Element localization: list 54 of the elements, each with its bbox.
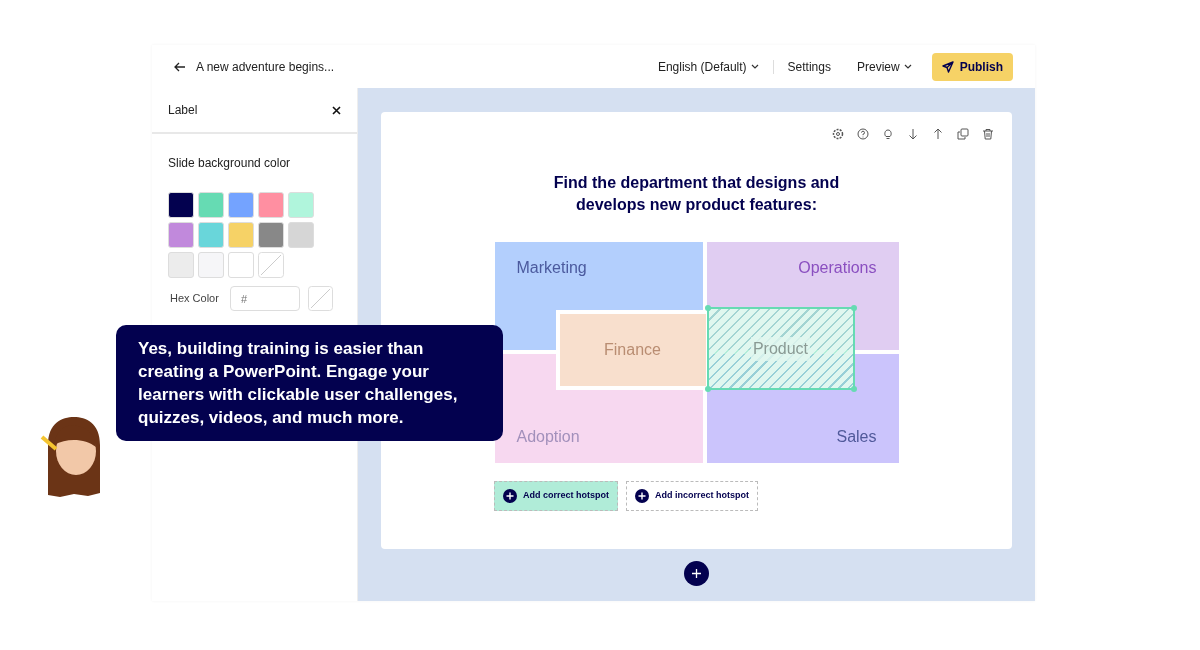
- lightbulb-icon[interactable]: [882, 128, 894, 140]
- resize-handle[interactable]: [850, 386, 857, 392]
- resize-handle[interactable]: [850, 305, 857, 311]
- region-label: Adoption: [516, 427, 580, 447]
- plus-circle-icon: [635, 489, 649, 503]
- language-dropdown[interactable]: English (Default): [657, 57, 759, 76]
- color-swatch[interactable]: [258, 192, 284, 218]
- color-swatch[interactable]: [198, 252, 224, 278]
- region-label: Sales: [836, 427, 877, 447]
- add-incorrect-hotspot-button[interactable]: Add incorrect hotspot: [626, 481, 758, 511]
- arrow-down-icon[interactable]: [907, 128, 919, 140]
- no-color-swatch[interactable]: [258, 252, 284, 278]
- trash-icon[interactable]: [982, 128, 994, 140]
- paper-plane-icon: [941, 60, 954, 73]
- color-swatch[interactable]: [168, 252, 194, 278]
- preview-dropdown[interactable]: Preview: [856, 57, 912, 76]
- panel-title: Label: [168, 102, 198, 119]
- plus-circle-icon: [503, 489, 517, 503]
- copy-icon[interactable]: [957, 128, 969, 140]
- publish-button[interactable]: Publish: [931, 52, 1013, 81]
- help-icon[interactable]: [857, 128, 869, 140]
- add-slide-button[interactable]: [684, 561, 709, 586]
- color-swatch[interactable]: [168, 192, 194, 218]
- color-swatch[interactable]: [198, 222, 224, 248]
- question-text: Find the department that designs and develops new product features:: [552, 173, 841, 215]
- color-swatch[interactable]: [228, 252, 254, 278]
- hex-color-field[interactable]: #: [230, 286, 300, 311]
- field-label: Hex Color: [169, 291, 220, 307]
- resize-handle[interactable]: [704, 305, 711, 311]
- region-label: Marketing: [516, 258, 587, 278]
- color-swatch[interactable]: [168, 222, 194, 248]
- arrow-up-icon[interactable]: [932, 128, 944, 140]
- settings-icon[interactable]: [832, 128, 844, 140]
- color-swatch[interactable]: [228, 222, 254, 248]
- color-swatch[interactable]: [288, 192, 314, 218]
- settings-link[interactable]: Settings: [787, 57, 831, 76]
- no-color-swatch[interactable]: [308, 286, 333, 311]
- back-arrow-icon: [174, 60, 186, 73]
- close-button[interactable]: [332, 105, 341, 115]
- resize-handle[interactable]: [704, 386, 711, 392]
- region-label: Operations: [798, 258, 877, 278]
- add-correct-hotspot-button[interactable]: Add correct hotspot: [494, 481, 618, 511]
- close-icon: [332, 105, 341, 115]
- color-swatch[interactable]: [228, 192, 254, 218]
- color-swatch[interactable]: [258, 222, 284, 248]
- speech-tooltip: Yes, building training is easier than creating a PowerPoint. Engage your learners with clickable user challenges, quizzes, videos, and much more.: [116, 325, 503, 441]
- color-swatch[interactable]: [288, 222, 314, 248]
- section-label: Slide background color: [168, 155, 292, 172]
- hotspot-label: Product: [750, 336, 811, 361]
- color-swatch[interactable]: [198, 192, 224, 218]
- plus-icon: [692, 569, 701, 578]
- back-link[interactable]: A new adventure begins...: [174, 57, 335, 76]
- caret-icon: [750, 64, 759, 69]
- caret-icon: [903, 64, 912, 69]
